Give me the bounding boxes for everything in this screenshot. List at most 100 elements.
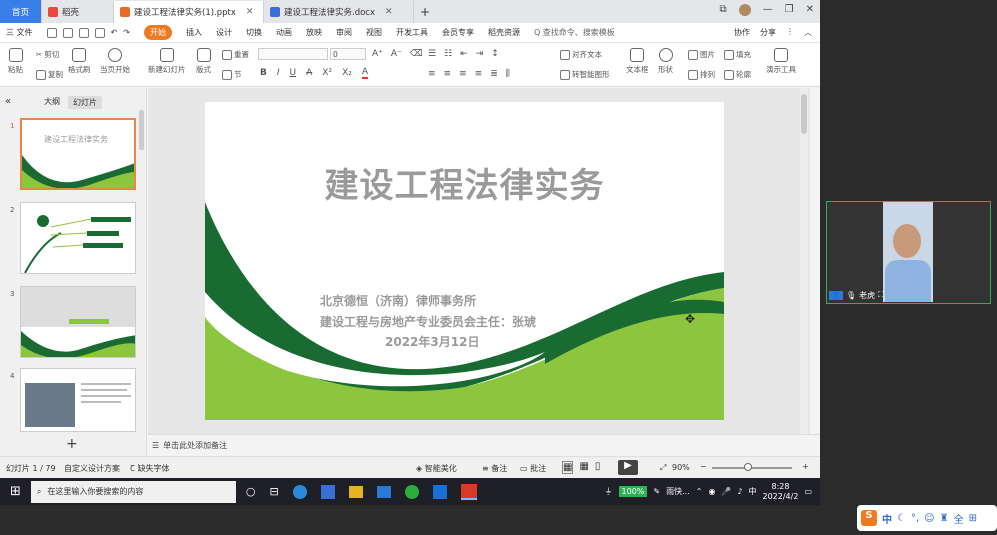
slide-thumbnail-3[interactable] (20, 286, 136, 358)
outline-button[interactable]: 轮廓 (724, 69, 751, 80)
reading-view-icon[interactable]: ▯ (595, 461, 601, 474)
more-icon[interactable]: ⋮ (786, 27, 794, 38)
align-center-icon[interactable]: ≡ (444, 69, 452, 79)
new-tab-button[interactable]: + (414, 1, 436, 23)
fit-window-icon[interactable]: ⤢ (660, 463, 666, 473)
align-left-icon[interactable]: ≡ (428, 69, 436, 79)
clear-format-icon[interactable]: ⌫ (410, 49, 423, 59)
menu-view[interactable]: 视图 (366, 27, 382, 38)
canvas-scroll-thumb[interactable] (801, 94, 807, 134)
layout-icon[interactable]: ⧉ (720, 4, 727, 16)
distribute-icon[interactable]: ≣ (490, 69, 498, 79)
collab-button[interactable]: 协作 (734, 27, 750, 38)
moon-icon[interactable]: ☾ (897, 513, 906, 524)
taskbar-search[interactable]: ⌕ 在这里输入你要搜索的内容 (30, 480, 236, 503)
close-icon[interactable]: ✕ (246, 7, 254, 17)
menu-daoke-resources[interactable]: 稻壳资源 (488, 27, 520, 38)
section-button[interactable]: 节 (222, 69, 242, 80)
video-tile[interactable]: 👤 🎙 老虎 ⛶ (826, 201, 991, 304)
explorer-icon[interactable] (348, 485, 363, 498)
zoom-level[interactable]: 90% (672, 463, 690, 472)
new-slide-button[interactable]: 新建幻灯片 (148, 48, 186, 75)
zoom-out-icon[interactable]: − (700, 462, 707, 471)
tab-slides[interactable]: 幻灯片 (68, 96, 102, 109)
ime-mode[interactable]: 中 (882, 511, 892, 526)
font-size-select[interactable]: 0 (330, 48, 366, 60)
panel-scrollbar[interactable] (139, 110, 144, 150)
mic-icon[interactable]: 🎤 (721, 487, 731, 496)
minimize-icon[interactable]: — (763, 4, 773, 16)
slide-firm[interactable]: 北京德恒（济南）律师事务所 (320, 292, 476, 309)
tab-outline[interactable]: 大纲 (44, 96, 60, 109)
zoom-slider[interactable] (712, 463, 792, 471)
bold-icon[interactable]: B (260, 68, 267, 78)
menu-file[interactable]: 三 文件 (6, 27, 33, 38)
underline-icon[interactable]: U (290, 68, 297, 78)
play-slideshow-button[interactable]: ▶ (618, 460, 638, 475)
grow-font-icon[interactable]: A⁺ (372, 49, 383, 59)
close-icon[interactable]: ✕ (385, 7, 393, 17)
avatar[interactable] (738, 4, 751, 16)
share-button[interactable]: 分享 (760, 27, 776, 38)
textbox-button[interactable]: 文本框 (626, 48, 649, 75)
shrink-font-icon[interactable]: A⁻ (391, 49, 402, 59)
fill-button[interactable]: 填充 (724, 49, 751, 60)
reset-button[interactable]: 重置 (222, 49, 249, 60)
widgets-icon[interactable]: ⊟ (270, 485, 279, 498)
play-from-current-button[interactable]: 当页开始 (100, 48, 130, 75)
normal-view-icon[interactable]: ▦ (562, 461, 574, 474)
tray-app-label[interactable]: 雨快... (666, 486, 690, 497)
notes-bar[interactable]: ☰ 单击此处添加备注 (148, 434, 820, 456)
wechat-icon[interactable] (404, 484, 419, 499)
italic-icon[interactable]: I (277, 68, 280, 78)
format-painter-button[interactable]: 格式刷 (68, 48, 91, 75)
skin-icon[interactable]: ♜ (940, 513, 949, 524)
wps-icon[interactable] (460, 483, 477, 500)
edge-icon[interactable] (292, 484, 307, 499)
store-icon[interactable] (320, 484, 335, 499)
restore-icon[interactable]: ❐ (785, 4, 794, 16)
task-view-icon[interactable]: ○ (246, 485, 256, 498)
strikethrough-icon[interactable]: A (306, 68, 312, 78)
line-spacing-icon[interactable]: ↕ (491, 49, 499, 59)
columns-icon[interactable]: ⫼ (506, 69, 510, 79)
command-search[interactable]: Q 查找命令、搜索模板 (534, 27, 615, 38)
menu-design[interactable]: 设计 (216, 27, 232, 38)
pen-icon[interactable]: ✎ (653, 487, 660, 496)
canvas-scrollbar[interactable] (800, 88, 808, 434)
slide-title[interactable]: 建设工程法律实务 (205, 158, 724, 207)
copy-button[interactable]: 复制 (36, 69, 63, 80)
tab-pptx[interactable]: 建设工程法律实务(1).pptx ✕ (114, 1, 264, 23)
comments-toggle[interactable]: ▭ 批注 (520, 463, 546, 474)
tencent-meeting-icon[interactable] (432, 484, 447, 499)
missing-font-button[interactable]: Ꞇ 缺失字体 (130, 463, 170, 474)
menu-member[interactable]: 会员专享 (442, 27, 474, 38)
collapse-ribbon-icon[interactable]: ︿ (804, 27, 812, 38)
superscript-icon[interactable]: X² (322, 68, 332, 78)
notes-toggle[interactable]: ≡ 备注 (482, 463, 507, 474)
menu-transition[interactable]: 切换 (246, 27, 262, 38)
font-family-select[interactable] (258, 48, 328, 60)
tab-daoke[interactable]: 稻壳 (42, 1, 114, 23)
menu-developer[interactable]: 开发工具 (396, 27, 428, 38)
slide-thumbnail-4[interactable] (20, 368, 136, 432)
tab-home[interactable]: 首页 (0, 0, 42, 23)
zoom-in-icon[interactable]: + (802, 462, 809, 471)
picture-button[interactable]: 图片 (688, 49, 715, 60)
export-icon[interactable] (62, 27, 73, 38)
bullets-icon[interactable]: ☰ (428, 49, 436, 59)
indent-icon[interactable]: ⇤ (460, 49, 468, 59)
menu-animation[interactable]: 动画 (276, 27, 292, 38)
battery-indicator[interactable]: 100% (618, 486, 648, 497)
clock[interactable]: 8:28 2022/4/2 (763, 482, 799, 502)
font-color-icon[interactable]: A (361, 67, 369, 79)
close-window-icon[interactable]: ✕ (806, 4, 814, 16)
add-slide-icon[interactable]: + (66, 436, 78, 452)
sorter-view-icon[interactable]: ▦ (579, 461, 588, 474)
preview-icon[interactable] (94, 27, 105, 38)
align-right-icon[interactable]: ≡ (459, 69, 467, 79)
outdent-icon[interactable]: ⇥ (476, 49, 484, 59)
cut-button[interactable]: ✂ 剪切 (36, 49, 59, 60)
align-text-button[interactable]: 对齐文本 (560, 49, 602, 60)
subscript-icon[interactable]: X₂ (342, 68, 352, 78)
